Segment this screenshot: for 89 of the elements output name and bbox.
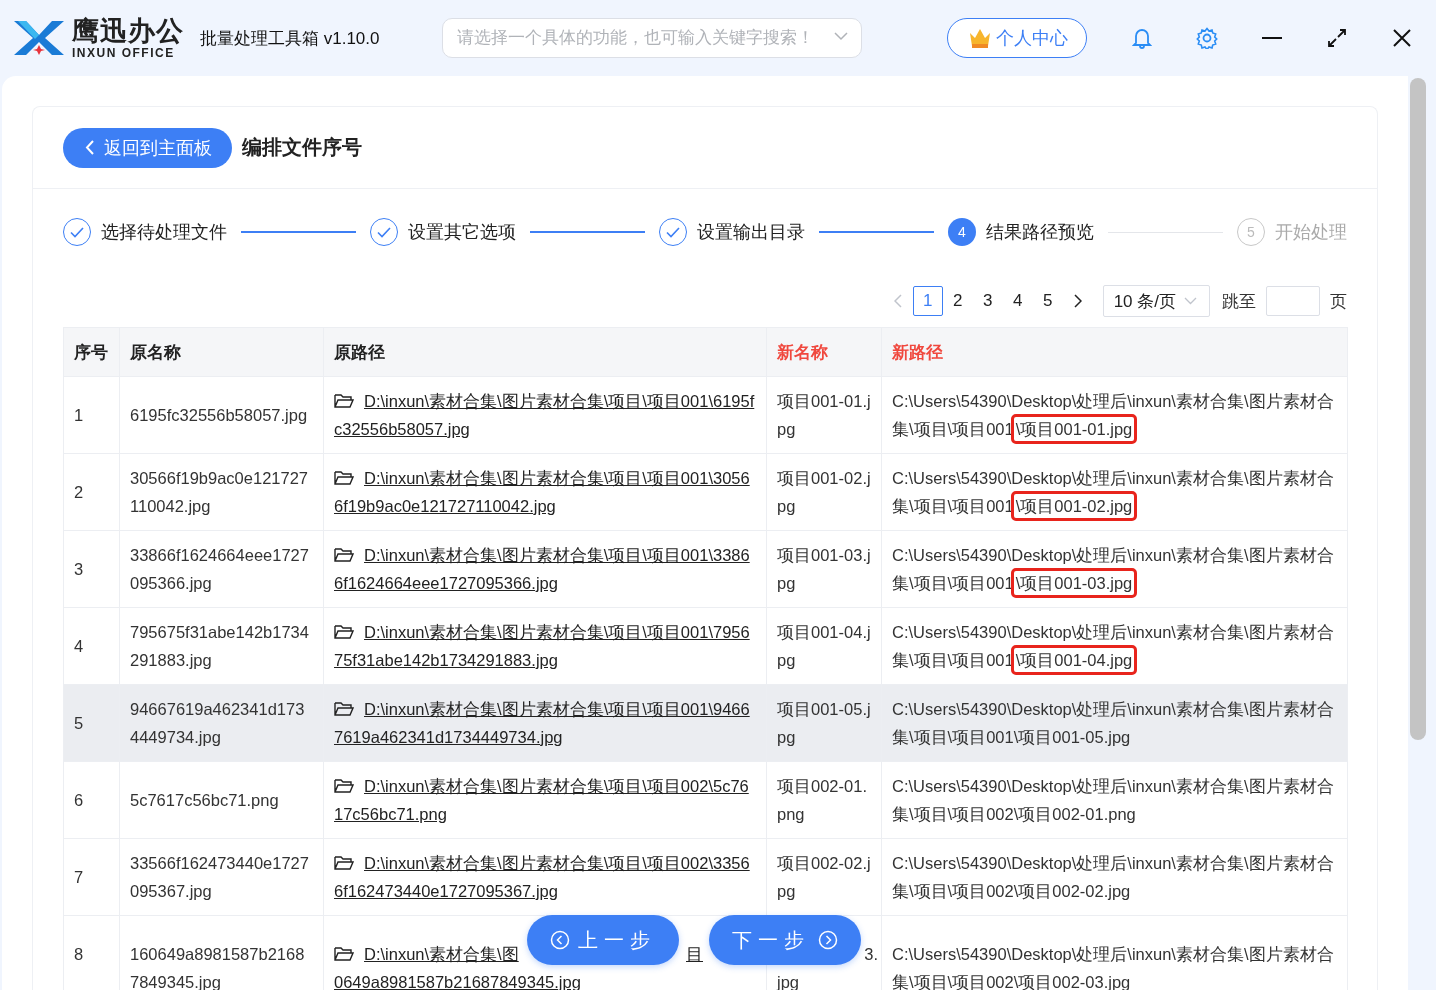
file-path-link[interactable]: D:\inxun\素材合集\图 [334, 940, 519, 968]
new-path-text: C:\Users\54390\Desktop\处理后\inxun\素材合集\图片素材合集\项目\项目001\项目001-01.jpg [892, 387, 1337, 443]
logo-icon [12, 18, 66, 58]
step-label: 结果路径预览 [986, 221, 1094, 244]
previous-step-button[interactable]: 上一步 [527, 915, 679, 965]
chevron-down-icon [1184, 297, 1197, 305]
chevron-left-icon [893, 294, 902, 308]
row-number-cell: 7 [64, 839, 120, 916]
row-number-cell: 5 [64, 685, 120, 762]
page-jump-field[interactable] [1266, 286, 1320, 316]
new-name-cell: 项目002-01.png [767, 762, 882, 839]
step-label: 选择待处理文件 [101, 221, 227, 244]
page-size-select[interactable]: 10 条/页 [1102, 285, 1210, 317]
bell-icon[interactable] [1132, 27, 1152, 49]
file-name-cell: 33566f162473440e1727095367.jpg [120, 839, 324, 916]
check-icon [666, 226, 680, 238]
row-number-cell: 1 [64, 377, 120, 454]
file-name-cell: 94667619a462341d1734449734.jpg [120, 685, 324, 762]
row-number-cell: 2 [64, 454, 120, 531]
row-number-cell: 3 [64, 531, 120, 608]
new-name-cell: 项目001-01.jpg [767, 377, 882, 454]
file-path-link[interactable]: D:\inxun\素材合集\图片素材合集\项目\项目002\33566f162473440e1727095367.jpg [334, 849, 756, 905]
chevron-right-icon [818, 930, 838, 950]
step-number: 4 [948, 218, 976, 246]
new-path-text: C:\Users\54390\Desktop\处理后\inxun\素材合集\图片素材合集\项目\项目002\项目002-02.jpg [892, 853, 1335, 902]
folder-icon [334, 470, 354, 486]
new-name-cell: 项目001-03.jpg [767, 531, 882, 608]
new-path-text: C:\Users\54390\Desktop\处理后\inxun\素材合集\图片素材合集\项目\项目001\项目001-04.jpg [892, 618, 1337, 674]
crown-icon [967, 27, 992, 49]
new-name-cell: 项目001-05.jpg [767, 685, 882, 762]
new-path-text: C:\Users\54390\Desktop\处理后\inxun\素材合集\图片素材合集\项目\项目001\项目001-02.jpg [892, 464, 1337, 520]
folder-icon [334, 624, 354, 640]
chevron-right-icon [1073, 294, 1082, 308]
column-header: 原路径 [324, 327, 767, 377]
new-path-text: C:\Users\54390\Desktop\处理后\inxun\素材合集\图片素材合集\项目\项目001\项目001-03.jpg [892, 541, 1337, 597]
step-label: 设置输出目录 [697, 221, 805, 244]
file-path-link[interactable]: D:\inxun\素材合集\图片素材合集\项目\项目001\795675f31abe142b1734291883.jpg [334, 618, 756, 674]
page-number[interactable]: 5 [1032, 286, 1063, 316]
new-path-text: C:\Users\54390\Desktop\处理后\inxun\素材合集\图片素材合集\项目\项目002\项目002-01.png [892, 776, 1335, 825]
file-path-link[interactable]: D:\inxun\素材合集\图片素材合集\项目\项目001\6195fc32556b58057.jpg [334, 387, 756, 443]
file-name-cell: 30566f19b9ac0e121727110042.jpg [120, 454, 324, 531]
file-name-cell: 6195fc32556b58057.jpg [120, 377, 324, 454]
file-path-link[interactable]: D:\inxun\素材合集\图片素材合集\项目\项目002\5c7617c56bc71.png [334, 772, 756, 828]
logo-text: 鹰迅办公 [72, 17, 184, 45]
chevron-down-icon [833, 31, 848, 41]
page-number[interactable]: 4 [1002, 286, 1033, 316]
column-header: 新路径 [882, 327, 1348, 377]
chevron-left-icon [85, 140, 94, 155]
page-number[interactable]: 3 [972, 286, 1003, 316]
close-icon[interactable] [1393, 29, 1411, 47]
folder-icon [334, 701, 354, 717]
row-number-cell: 6 [64, 762, 120, 839]
step-label: 设置其它选项 [408, 221, 516, 244]
user-center-button[interactable]: 个人中心 [946, 18, 1087, 58]
page-title: 编排文件序号 [242, 135, 362, 160]
column-header: 序号 [64, 327, 120, 377]
logo-subtext: INXUN OFFICE [72, 46, 176, 59]
step-label: 开始处理 [1275, 221, 1347, 244]
folder-icon [334, 946, 354, 962]
jump-label: 跳至 [1222, 290, 1256, 313]
file-path-link[interactable]: 目 [686, 940, 703, 968]
file-name-cell: 5c7617c56bc71.png [120, 762, 324, 839]
column-header: 原名称 [120, 327, 324, 377]
new-name-text: 3. [864, 944, 878, 965]
search-field[interactable]: 请选择一个具体的功能，也可输入关键字搜索！ [441, 18, 862, 58]
expand-icon[interactable] [1328, 29, 1346, 47]
check-icon [377, 226, 391, 238]
page-number[interactable]: 2 [942, 286, 973, 316]
row-number-cell: 8 [64, 916, 120, 990]
file-path-link[interactable]: D:\inxun\素材合集\图片素材合集\项目\项目001\33866f1624664eee1727095366.jpg [334, 541, 756, 597]
new-path-text: C:\Users\54390\Desktop\处理后\inxun\素材合集\图片素材合集\项目\项目001\项目001-05.jpg [892, 699, 1335, 748]
folder-icon [334, 778, 354, 794]
column-header: 新名称 [767, 327, 882, 377]
scrollbar-thumb[interactable] [1410, 78, 1426, 740]
check-icon [70, 226, 84, 238]
next-step-button[interactable]: 下一步 [709, 915, 861, 965]
app-title: 批量处理工具箱 v1.10.0 [200, 27, 380, 50]
file-path-link[interactable]: D:\inxun\素材合集\图片素材合集\项目\项目001\30566f19b9ac0e121727110042.jpg [334, 464, 756, 520]
minimize-icon[interactable] [1262, 36, 1282, 40]
settings-icon[interactable] [1196, 27, 1218, 49]
back-button[interactable]: 返回到主面板 [63, 127, 232, 168]
page-number[interactable]: 1 [912, 286, 943, 316]
folder-icon [334, 547, 354, 563]
file-name-cell: 33866f1624664eee1727095366.jpg [120, 531, 324, 608]
page-unit-label: 页 [1330, 290, 1347, 313]
folder-icon [334, 393, 354, 409]
new-name-cell: 项目001-02.jpg [767, 454, 882, 531]
chevron-left-icon [550, 930, 570, 950]
folder-icon [334, 855, 354, 871]
